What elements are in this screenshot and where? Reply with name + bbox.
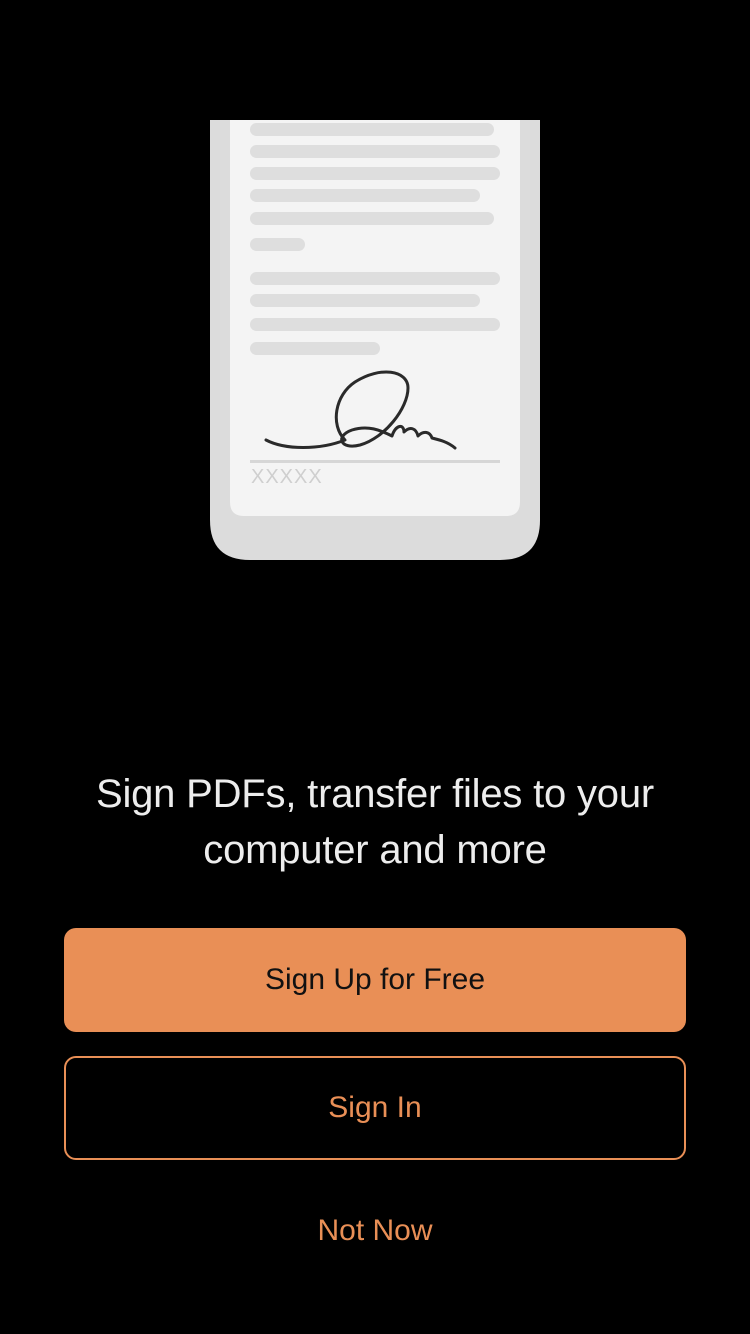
signature-placeholder-mark: XXXXX xyxy=(251,466,323,488)
sign-in-button[interactable]: Sign In xyxy=(64,1056,686,1160)
signature-line xyxy=(250,460,500,463)
onboarding-headline: Sign PDFs, transfer files to your comput… xyxy=(95,772,655,872)
sign-in-button-label: Sign In xyxy=(328,1091,422,1124)
not-now-button[interactable]: Not Now xyxy=(225,1200,525,1262)
sign-up-button-label: Sign Up for Free xyxy=(264,963,486,996)
not-now-button-label: Not Now xyxy=(317,1214,433,1247)
document-signature-illustration: XXXXX xyxy=(210,120,540,560)
sign-up-button[interactable]: Sign Up for Free xyxy=(64,928,686,1032)
